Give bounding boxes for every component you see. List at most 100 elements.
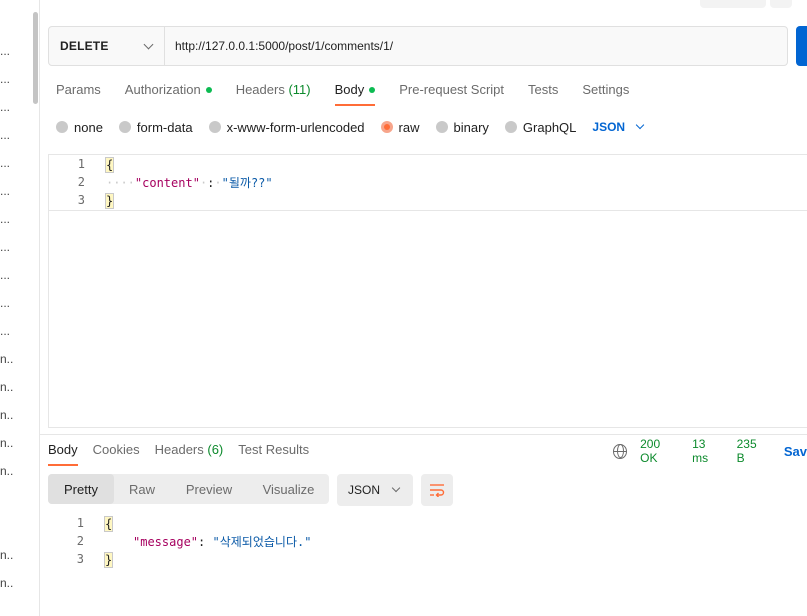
line-number: 3	[77, 193, 85, 207]
sidebar-item[interactable]: ...	[0, 44, 14, 58]
wrap-lines-icon	[430, 484, 445, 497]
tab-headers[interactable]: Headers (11)	[236, 82, 311, 106]
sidebar-item[interactable]: ...	[0, 324, 14, 338]
tab-count: (6)	[207, 442, 224, 457]
sidebar-item[interactable]: n...	[0, 436, 14, 450]
tab-settings[interactable]: Settings	[582, 82, 629, 106]
radio-label: none	[74, 119, 103, 135]
line-number: 1	[76, 516, 84, 530]
mode-raw[interactable]: Raw	[114, 474, 170, 504]
response-tabs: Body Cookies Headers (6) Test Results	[48, 442, 324, 466]
radio-icon	[208, 121, 221, 133]
radio-none[interactable]: none	[56, 120, 103, 135]
sidebar-item[interactable]: ...	[0, 212, 14, 226]
wrap-lines-button[interactable]	[421, 474, 453, 506]
space-marker: ·	[214, 176, 222, 190]
mode-pretty[interactable]: Pretty	[48, 474, 114, 504]
sidebar-item[interactable]: ...	[0, 184, 14, 198]
radio-icon	[504, 121, 517, 133]
sidebar-item[interactable]: ...	[0, 268, 14, 282]
tab-label: Authorization	[124, 82, 201, 97]
radio-x-www-form-urlencoded[interactable]: x-www-form-urlencoded	[208, 119, 365, 135]
tab-label: Test Results	[238, 442, 310, 457]
line-number: 2	[77, 175, 85, 189]
open-brace: {	[104, 157, 115, 173]
line-number: 1	[77, 157, 85, 171]
json-value: "될까??"	[221, 176, 273, 190]
response-time[interactable]: 13 ms	[692, 437, 723, 465]
tab-body[interactable]: Body	[334, 82, 376, 106]
sidebar-item[interactable]: ...	[0, 72, 14, 86]
line-number: 3	[76, 552, 84, 566]
radio-label: raw	[398, 119, 420, 135]
mode-visualize[interactable]: Visualize	[248, 474, 329, 504]
response-format-select[interactable]: JSON	[337, 474, 413, 506]
sidebar-item[interactable]: n...	[0, 576, 14, 590]
chevron-down-icon	[635, 120, 645, 130]
response-meta: 200 OK 13 ms 235 B Sav	[613, 437, 807, 465]
json-key: "message"	[133, 535, 199, 549]
tab-response-headers[interactable]: Headers (6)	[155, 442, 224, 466]
url-input[interactable]: http://127.0.0.1:5000/post/1/comments/1/	[165, 39, 393, 53]
status-badge[interactable]: 200 OK	[640, 437, 678, 465]
indent-marker: ····	[106, 176, 135, 190]
sidebar-item[interactable]: n...	[0, 380, 14, 394]
radio-graphql[interactable]: GraphQL	[504, 119, 577, 135]
url-bar: DELETE http://127.0.0.1:5000/post/1/comm…	[48, 26, 788, 66]
request-tabs: Params Authorization Headers (11) Body P…	[56, 82, 653, 108]
tab-cookies[interactable]: Cookies	[93, 442, 140, 466]
line-number: 2	[76, 534, 84, 548]
request-body-editor[interactable]: 1 2 3 { ····"content"·:·"될까??" }	[48, 154, 807, 428]
tab-tests[interactable]: Tests	[528, 82, 558, 106]
sidebar-item[interactable]: n...	[0, 408, 14, 422]
response-body-viewer[interactable]: 1 2 3 { "message": "삭제되었습니다." }	[48, 514, 807, 584]
chevron-down-icon	[143, 39, 154, 50]
tab-label: Cookies	[92, 442, 140, 457]
mode-preview[interactable]: Preview	[170, 474, 248, 504]
method-select[interactable]: DELETE	[49, 27, 165, 65]
radio-form-data[interactable]: form-data	[118, 120, 193, 135]
radio-raw[interactable]: raw	[380, 119, 420, 135]
tab-authorization[interactable]: Authorization	[125, 82, 212, 106]
radio-label: binary	[453, 119, 489, 135]
radio-binary[interactable]: binary	[435, 119, 489, 135]
tab-pre-request-script[interactable]: Pre-request Script	[399, 82, 504, 106]
tab-params[interactable]: Params	[56, 82, 101, 106]
radio-label: x-www-form-urlencoded	[226, 119, 365, 135]
tab-strip-fragment[interactable]	[700, 0, 766, 8]
save-response-button[interactable]: Sav	[784, 444, 807, 459]
tab-count: (11)	[288, 82, 311, 97]
tab-test-results[interactable]: Test Results	[238, 442, 309, 466]
response-size[interactable]: 235 B	[737, 437, 766, 465]
sidebar-item[interactable]: ...	[0, 100, 14, 114]
tab-label: Settings	[582, 82, 630, 97]
tab-label: Headers	[154, 442, 204, 457]
tab-label: Params	[56, 82, 101, 97]
response-divider[interactable]	[40, 434, 807, 435]
tab-label: Pre-request Script	[399, 82, 505, 97]
status-dot-icon	[369, 87, 376, 93]
sidebar-item[interactable]: ...	[0, 240, 14, 254]
tab-label: Body	[48, 442, 78, 457]
sidebar-item[interactable]: n...	[0, 548, 14, 562]
send-button[interactable]	[796, 26, 807, 66]
tab-response-body[interactable]: Body	[48, 442, 78, 466]
globe-icon[interactable]	[613, 443, 628, 459]
sidebar-item[interactable]: ...	[0, 156, 14, 170]
radio-icon	[56, 121, 68, 133]
radio-label: GraphQL	[522, 119, 577, 135]
sidebar-item[interactable]: ...	[0, 128, 14, 142]
body-type-selector: none form-data x-www-form-urlencoded raw…	[56, 118, 645, 136]
radio-checked-icon	[380, 121, 393, 133]
language-select[interactable]: JSON	[592, 120, 645, 134]
tab-strip-fragment[interactable]	[770, 0, 792, 8]
radio-icon	[118, 121, 131, 133]
close-brace: }	[104, 193, 115, 209]
format-label: JSON	[348, 483, 381, 497]
sidebar-item[interactable]: n...	[0, 352, 14, 366]
sidebar-scrollbar[interactable]	[33, 12, 38, 104]
json-colon: :	[198, 535, 206, 549]
sidebar-item[interactable]: ...	[0, 296, 14, 310]
sidebar-item[interactable]: n...	[0, 464, 14, 478]
tab-label: Body	[334, 82, 365, 97]
